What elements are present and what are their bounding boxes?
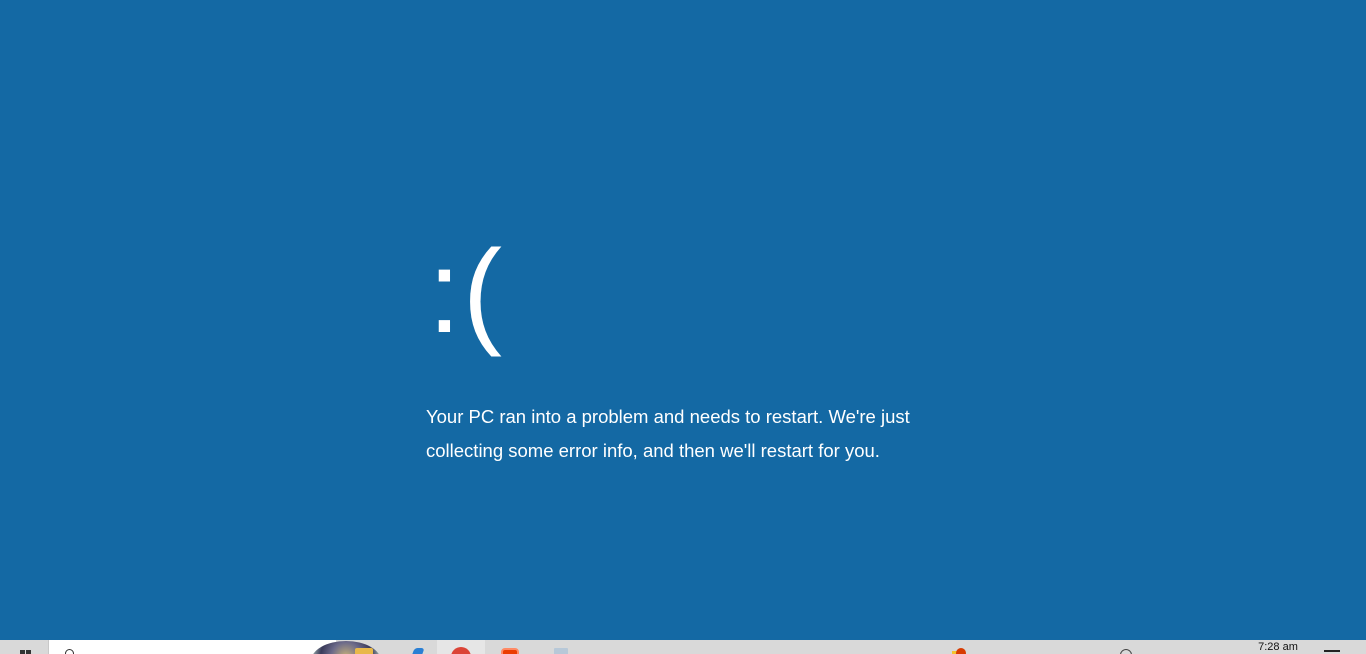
- sad-face-emoticon: :(: [428, 226, 505, 358]
- security-warning-icon[interactable]: [952, 648, 966, 654]
- search-icon: [65, 649, 74, 654]
- taskbar-edge[interactable]: [392, 640, 440, 654]
- taskbar-notepad[interactable]: [537, 640, 585, 654]
- windows-logo-icon: [20, 650, 32, 654]
- search-box[interactable]: [48, 640, 381, 654]
- bsod-content: :( Your PC ran into a problem and needs …: [426, 222, 986, 468]
- taskbar-chrome[interactable]: [437, 640, 485, 654]
- taskbar-office[interactable]: [486, 640, 534, 654]
- network-icon[interactable]: [1120, 649, 1132, 654]
- action-center-icon[interactable]: [1324, 650, 1340, 652]
- edge-icon: [409, 648, 425, 654]
- notepad-icon: [554, 648, 568, 654]
- office-icon: [501, 648, 519, 654]
- start-button[interactable]: [0, 640, 48, 654]
- error-message: Your PC ran into a problem and needs to …: [426, 406, 910, 461]
- taskbar-file-explorer[interactable]: [340, 640, 388, 654]
- clock[interactable]: 7:28 am: [1240, 641, 1316, 654]
- chrome-icon: [451, 647, 471, 654]
- taskbar: 7:28 am: [0, 640, 1366, 654]
- file-explorer-icon: [355, 648, 373, 654]
- bsod-screen: :( Your PC ran into a problem and needs …: [0, 0, 1366, 640]
- warning-badge-icon: [956, 648, 966, 654]
